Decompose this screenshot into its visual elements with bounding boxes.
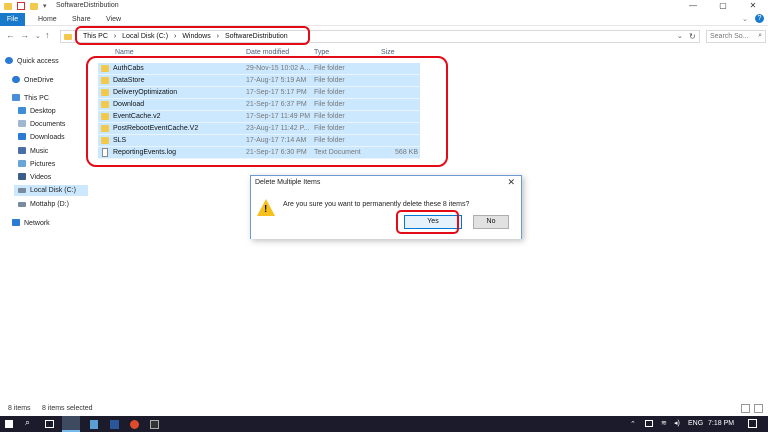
column-header-name[interactable]: Name: [115, 49, 134, 56]
downloads-icon: [18, 133, 26, 140]
sidebar-item-desktop[interactable]: Desktop: [18, 106, 56, 117]
sidebar-item-label: Local Disk (C:): [30, 187, 76, 194]
videos-icon: [18, 173, 26, 180]
selection-count: 8 items selected: [42, 405, 93, 412]
dialog-message: Are you sure you want to permanently del…: [283, 201, 470, 208]
show-hidden-icons-icon[interactable]: ⌃: [630, 420, 636, 428]
chrome-icon[interactable]: [130, 420, 139, 429]
language-indicator[interactable]: ENG: [688, 420, 703, 427]
sidebar-item-label: Desktop: [30, 108, 56, 115]
terminal-icon[interactable]: [150, 420, 159, 429]
maximize-button[interactable]: ▢: [708, 0, 738, 13]
navigation-pane: Quick access OneDrive This PC Desktop Do…: [0, 52, 90, 402]
sidebar-item-label: Music: [30, 148, 49, 155]
sidebar-item-this-pc[interactable]: This PC: [12, 93, 49, 104]
computer-icon: [12, 94, 20, 101]
column-header-size[interactable]: Size: [381, 49, 395, 56]
drive-icon: [18, 202, 26, 207]
properties-icon[interactable]: [17, 2, 25, 10]
forward-arrow-icon[interactable]: →: [20, 30, 29, 40]
delete-confirmation-dialog: Delete Multiple Items ✕ ! Are you sure y…: [250, 175, 522, 239]
cloud-icon: [12, 76, 20, 83]
sidebar-item-local-disk[interactable]: Local Disk (C:): [14, 185, 88, 196]
large-icons-view-icon[interactable]: [754, 404, 763, 413]
new-folder-icon[interactable]: [30, 3, 38, 10]
folder-icon: [64, 34, 72, 40]
help-icon[interactable]: ?: [755, 14, 764, 23]
clock[interactable]: 7:18 PM: [708, 420, 734, 427]
sidebar-item-label: OneDrive: [24, 77, 54, 84]
quick-access-dropdown-icon[interactable]: ▾: [43, 2, 47, 10]
tab-share[interactable]: Share: [72, 13, 91, 26]
warning-icon-mark: !: [264, 204, 268, 215]
tab-home[interactable]: Home: [38, 13, 57, 26]
sidebar-item-documents[interactable]: Documents: [18, 119, 65, 130]
store-icon[interactable]: [90, 420, 98, 429]
yes-highlight-box: [396, 210, 459, 234]
sidebar-item-label: Downloads: [30, 134, 65, 141]
sidebar-item-quick-access[interactable]: Quick access: [5, 56, 59, 67]
search-placeholder: Search So...: [710, 33, 749, 40]
files-highlight-box: [86, 56, 448, 167]
search-input[interactable]: Search So... ⌕: [706, 30, 766, 43]
dialog-body: ! Are you sure you want to permanently d…: [251, 189, 521, 239]
dialog-title: Delete Multiple Items: [255, 179, 321, 186]
title-bar: ▾ SoftwareDistribution — ▢ ✕: [0, 0, 768, 13]
sidebar-item-pictures[interactable]: Pictures: [18, 159, 55, 170]
up-arrow-icon[interactable]: ↑: [45, 30, 50, 40]
refresh-icon[interactable]: ↻: [689, 32, 696, 41]
pictures-icon: [18, 160, 26, 167]
address-dropdown-icon[interactable]: ⌄: [677, 32, 683, 40]
column-header-type[interactable]: Type: [314, 49, 329, 56]
sidebar-item-videos[interactable]: Videos: [18, 172, 51, 183]
tab-view[interactable]: View: [106, 13, 121, 26]
no-button[interactable]: No: [473, 215, 509, 229]
address-highlight-box: [75, 26, 310, 45]
network-icon[interactable]: ≋: [661, 419, 667, 427]
close-button[interactable]: ✕: [738, 0, 768, 13]
file-explorer-icon[interactable]: [62, 416, 80, 432]
expand-ribbon-icon[interactable]: ⌄: [742, 15, 748, 23]
sidebar-item-label: This PC: [24, 95, 49, 102]
dialog-title-bar: Delete Multiple Items ✕: [251, 176, 521, 189]
minimize-button[interactable]: —: [678, 0, 708, 13]
battery-icon[interactable]: [645, 420, 653, 427]
column-header-date[interactable]: Date modified: [246, 49, 289, 56]
sidebar-item-label: Quick access: [17, 58, 59, 65]
taskbar: ⌕ ⌃ ≋ ◂) ENG 7:18 PM: [0, 416, 768, 432]
star-icon: [5, 57, 13, 64]
back-arrow-icon[interactable]: ←: [6, 30, 15, 40]
item-count: 8 items: [8, 405, 31, 412]
status-bar: 8 items 8 items selected: [0, 404, 768, 415]
sidebar-item-label: Pictures: [30, 161, 56, 168]
recent-locations-icon[interactable]: ⌄: [35, 32, 41, 40]
sidebar-item-label: Videos: [30, 174, 52, 181]
search-icon: ⌕: [758, 32, 762, 39]
folder-icon: [4, 3, 12, 10]
sidebar-item-label: Documents: [30, 121, 66, 128]
dialog-close-button[interactable]: ✕: [507, 177, 515, 188]
search-icon[interactable]: ⌕: [25, 417, 35, 427]
sidebar-item-label: Network: [24, 220, 50, 227]
task-view-icon[interactable]: [45, 420, 54, 428]
window-title: SoftwareDistribution: [56, 2, 119, 9]
drive-icon: [18, 188, 26, 193]
tab-file[interactable]: File: [0, 13, 25, 26]
sidebar-item-mottahp[interactable]: Mottahp (D:): [18, 199, 69, 210]
sidebar-item-label: Mottahp (D:): [30, 201, 69, 208]
ribbon: File Home Share View ⌄ ?: [0, 13, 768, 26]
sidebar-item-downloads[interactable]: Downloads: [18, 132, 65, 143]
word-icon[interactable]: [110, 420, 119, 429]
documents-icon: [18, 120, 26, 127]
sidebar-item-network[interactable]: Network: [12, 218, 50, 229]
music-icon: [18, 147, 26, 154]
details-view-icon[interactable]: [741, 404, 750, 413]
sidebar-item-music[interactable]: Music: [18, 146, 48, 157]
volume-icon[interactable]: ◂): [674, 419, 680, 427]
sidebar-item-onedrive[interactable]: OneDrive: [12, 75, 54, 86]
action-center-icon[interactable]: [748, 419, 757, 428]
start-icon[interactable]: [5, 420, 13, 428]
desktop-icon: [18, 107, 26, 114]
network-icon: [12, 219, 20, 226]
